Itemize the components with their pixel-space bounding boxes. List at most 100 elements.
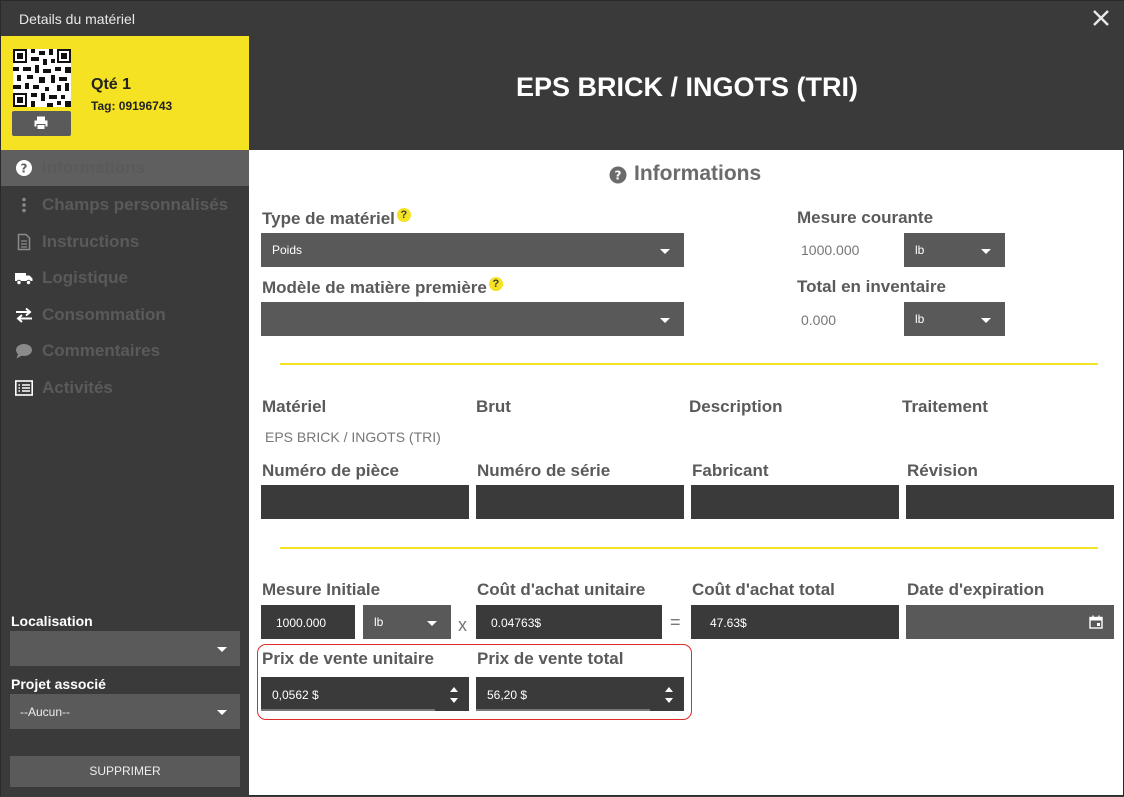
svg-text:?: ? <box>21 162 28 176</box>
truck-icon <box>15 273 33 286</box>
raw-model-select[interactable] <box>261 302 684 336</box>
question-circle-icon: ? <box>609 166 627 184</box>
initial-measure-value: 1000.000 <box>276 616 327 630</box>
current-measure-value: 1000.000 <box>801 242 860 258</box>
project-select[interactable]: --Aucun-- <box>10 694 240 729</box>
project-value: --Aucun-- <box>20 705 71 719</box>
inventory-total-value: 0.000 <box>801 312 837 328</box>
serial-number-label: Numéro de série <box>477 461 611 480</box>
comment-icon <box>16 344 32 359</box>
material-value: EPS BRICK / INGOTS (TRI) <box>265 429 441 445</box>
total-cost-input[interactable]: 47.63$ <box>691 605 899 639</box>
chevron-down-icon <box>217 647 227 652</box>
total-cost-label: Coût d'achat total <box>692 580 835 599</box>
unit-cost-value: 0.04763$ <box>491 616 542 630</box>
sidebar: Qté 1 Tag: 09196743 ? Informations Champ… <box>1 36 249 797</box>
manufacturer-input[interactable] <box>691 485 899 519</box>
raw-model-label-text: Modèle de matière première <box>262 278 487 297</box>
serial-number-input[interactable] <box>476 485 684 519</box>
nav-item-label: Activités <box>42 378 113 397</box>
multiply-sign: x <box>458 615 467 635</box>
description-label: Description <box>689 397 783 416</box>
nav-item-logistics[interactable]: Logistique <box>1 260 249 296</box>
expiry-date-input[interactable] <box>906 605 1114 639</box>
nav-item-custom-fields[interactable]: Champs personnalisés <box>1 187 249 223</box>
inventory-total-unit: lb <box>915 312 925 326</box>
nav-item-label: Champs personnalisés <box>42 195 229 214</box>
nav-item-label: Consommation <box>42 305 166 324</box>
close-icon[interactable] <box>1091 8 1111 28</box>
initial-measure-label: Mesure Initiale <box>262 580 381 599</box>
revision-label: Révision <box>907 461 978 480</box>
material-label: Matériel <box>262 397 327 416</box>
total-cost-value: 47.63$ <box>710 616 747 630</box>
equals-sign: = <box>670 612 681 632</box>
nav-item-instructions[interactable]: Instructions <box>1 224 249 260</box>
chevron-down-icon <box>981 249 991 254</box>
exchange-arrows-icon <box>16 307 32 323</box>
nav-item-informations[interactable]: ? Informations <box>1 150 249 186</box>
nav-item-label: Logistique <box>42 268 128 287</box>
chevron-down-icon <box>660 318 670 323</box>
raw-model-label: Modèle de matière première? <box>262 277 503 298</box>
nav-item-label: Informations <box>42 158 145 177</box>
tag-number: Tag: 09196743 <box>91 99 173 113</box>
chevron-down-icon <box>981 318 991 323</box>
section-divider <box>280 547 1098 549</box>
title-bar: Details du matériel <box>1 1 1124 36</box>
initial-measure-unit-select[interactable]: lb <box>363 605 451 639</box>
question-circle-icon: ? <box>16 160 32 176</box>
section-divider <box>280 363 1098 365</box>
material-details-window: Details du matériel Qté 1 Tag: 09196743 … <box>0 0 1124 797</box>
document-icon <box>17 233 31 251</box>
window-title: Details du matériel <box>19 11 135 27</box>
nav-item-consumption[interactable]: Consommation <box>1 297 249 333</box>
current-measure-label: Mesure courante <box>797 208 934 227</box>
current-measure-unit-select[interactable]: lb <box>904 233 1005 267</box>
calendar-icon[interactable] <box>1089 615 1103 629</box>
list-icon <box>15 380 33 396</box>
project-label: Projet associé <box>11 676 106 692</box>
nav-item-label: Instructions <box>42 232 140 251</box>
material-type-select[interactable]: Poids <box>261 233 684 267</box>
chevron-down-icon <box>427 621 437 626</box>
svg-text:?: ? <box>615 169 622 183</box>
brut-label: Brut <box>476 397 511 416</box>
material-header: EPS BRICK / INGOTS (TRI) <box>249 36 1124 150</box>
qr-code-icon <box>13 49 71 107</box>
vertical-dots-icon <box>22 197 26 213</box>
current-measure-unit: lb <box>915 243 925 257</box>
chevron-down-icon <box>217 710 227 715</box>
revision-input[interactable] <box>906 485 1114 519</box>
location-label: Localisation <box>11 613 93 629</box>
nav-item-comments[interactable]: Commentaires <box>1 333 249 369</box>
inventory-total-unit-select[interactable]: lb <box>904 302 1005 336</box>
initial-measure-unit: lb <box>374 615 384 629</box>
initial-measure-input[interactable]: 1000.000 <box>261 605 355 639</box>
help-icon[interactable]: ? <box>488 277 503 291</box>
material-type-value: Poids <box>272 243 303 257</box>
material-type-label: Type de matériel? <box>262 208 411 229</box>
help-icon[interactable]: ? <box>396 208 411 222</box>
expiry-date-label: Date d'expiration <box>907 580 1045 599</box>
unit-cost-input[interactable]: 0.04763$ <box>476 605 662 639</box>
delete-button[interactable]: SUPPRIMER <box>10 756 240 787</box>
manufacturer-label: Fabricant <box>692 461 769 480</box>
location-select[interactable] <box>10 631 240 666</box>
nav-item-activities[interactable]: Activités <box>1 370 249 406</box>
nav-item-label: Commentaires <box>42 341 161 360</box>
material-type-label-text: Type de matériel <box>262 209 395 228</box>
treatment-label: Traitement <box>902 397 988 416</box>
chevron-down-icon <box>660 249 670 254</box>
tag-panel: Qté 1 Tag: 09196743 <box>1 36 249 150</box>
section-title-text: Informations <box>634 162 762 185</box>
highlight-box <box>257 644 692 720</box>
quantity-label: Qté 1 <box>91 76 132 93</box>
printer-icon <box>34 116 48 130</box>
part-number-input[interactable] <box>261 485 469 519</box>
unit-cost-label: Coût d'achat unitaire <box>477 580 646 599</box>
part-number-label: Numéro de pièce <box>262 461 399 480</box>
print-button[interactable] <box>12 111 71 136</box>
material-title: EPS BRICK / INGOTS (TRI) <box>515 72 858 102</box>
inventory-total-label: Total en inventaire <box>797 277 946 296</box>
